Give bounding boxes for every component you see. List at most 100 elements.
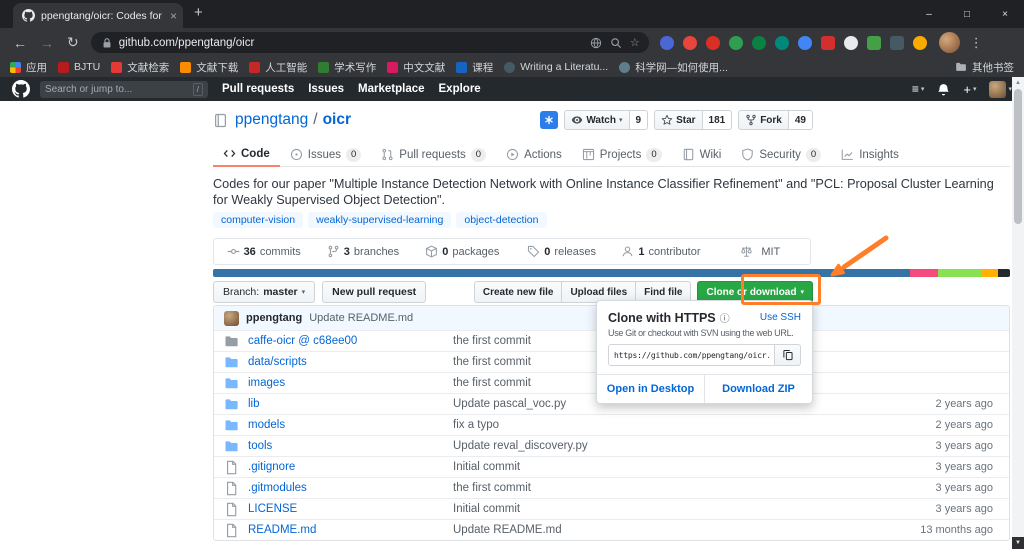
watch-count[interactable]: 9: [630, 110, 649, 130]
new-tab-button[interactable]: +: [194, 4, 203, 21]
topic-badge[interactable]: computer-vision: [213, 212, 303, 228]
other-bookmarks[interactable]: 其他书签: [955, 60, 1014, 75]
create-new-file-button[interactable]: Create new file: [474, 281, 563, 303]
commits-stat[interactable]: 36commits: [214, 239, 313, 264]
fork-button[interactable]: Fork: [738, 110, 789, 130]
extension-icon[interactable]: [706, 36, 720, 50]
extension-icon[interactable]: [752, 36, 766, 50]
bookmark-item[interactable]: 文献下载: [180, 60, 238, 75]
bookmark-item[interactable]: BJTU: [58, 61, 100, 73]
scroll-down-icon[interactable]: ▼: [1012, 537, 1024, 549]
sourcegraph-extension-button[interactable]: [540, 111, 558, 129]
tab-actions[interactable]: Actions: [496, 142, 572, 167]
clone-url-input[interactable]: [608, 344, 775, 366]
info-icon[interactable]: ⓘ: [720, 310, 730, 325]
star-count[interactable]: 181: [703, 110, 733, 130]
fork-count[interactable]: 49: [789, 110, 813, 130]
file-name-link[interactable]: data/scripts: [248, 356, 453, 368]
bookmark-item[interactable]: 中文文献: [387, 60, 445, 75]
browser-menu-icon[interactable]: ⋮: [970, 35, 983, 51]
star-button[interactable]: Star: [654, 110, 702, 130]
extension-icon[interactable]: [890, 36, 904, 50]
tab-close-icon[interactable]: ×: [170, 10, 177, 22]
topic-badge[interactable]: weakly-supervised-learning: [308, 212, 451, 228]
extension-icon[interactable]: [867, 36, 881, 50]
bookmark-item[interactable]: 人工智能: [249, 60, 307, 75]
github-search-input[interactable]: Search or jump to... /: [40, 81, 208, 98]
file-commit-message[interactable]: the first commit: [453, 482, 849, 494]
extension-icon[interactable]: [844, 36, 858, 50]
file-name-link[interactable]: models: [248, 419, 453, 431]
tab-security[interactable]: Security0: [731, 142, 831, 167]
tab-projects[interactable]: Projects0: [572, 142, 672, 167]
bookmark-item[interactable]: 文献检索: [111, 60, 169, 75]
tab-wiki[interactable]: Wiki: [672, 142, 732, 167]
copy-url-button[interactable]: [775, 344, 801, 366]
branch-selector[interactable]: Branch:master▾: [213, 281, 315, 303]
nav-pull-requests[interactable]: Pull requests: [222, 83, 294, 95]
topic-badge[interactable]: object-detection: [456, 212, 546, 228]
bookmark-item[interactable]: 科学网—如何使用...: [619, 60, 728, 75]
bookmark-item[interactable]: Writing a Literatu...: [504, 61, 608, 73]
page-scrollbar[interactable]: ▲ ▼: [1012, 77, 1024, 549]
window-close-button[interactable]: ×: [986, 0, 1024, 28]
file-name-link[interactable]: .gitmodules: [248, 482, 453, 494]
tab-insights[interactable]: Insights: [831, 142, 909, 167]
download-zip-button[interactable]: Download ZIP: [705, 375, 812, 403]
table-row[interactable]: .gitmodules the first commit 3 years ago: [214, 477, 1009, 498]
releases-stat[interactable]: 0releases: [512, 239, 611, 264]
table-row[interactable]: README.md Update README.md 13 months ago: [214, 519, 1009, 540]
file-commit-message[interactable]: Update reval_discovery.py: [453, 440, 849, 452]
file-name-link[interactable]: README.md: [248, 524, 453, 536]
commit-author-link[interactable]: ppengtang: [246, 312, 302, 324]
file-name-link[interactable]: .gitignore: [248, 461, 453, 473]
table-row[interactable]: models fix a typo 2 years ago: [214, 414, 1009, 435]
nav-explore[interactable]: Explore: [439, 83, 481, 95]
github-logo[interactable]: [12, 80, 30, 98]
use-ssh-link[interactable]: Use SSH: [760, 312, 801, 323]
user-avatar[interactable]: ▾: [989, 81, 1012, 98]
contributors-stat[interactable]: 1contributor: [611, 239, 710, 264]
watch-button[interactable]: Watch▾: [564, 110, 629, 130]
scrollbar-thumb[interactable]: [1014, 89, 1022, 224]
extension-icon[interactable]: [683, 36, 697, 50]
extension-icon[interactable]: [775, 36, 789, 50]
notifications-bell-icon[interactable]: [937, 83, 950, 96]
file-commit-message[interactable]: Initial commit: [453, 461, 849, 473]
extension-icon[interactable]: [798, 36, 812, 50]
file-commit-message[interactable]: fix a typo: [453, 419, 849, 431]
tab-issues[interactable]: Issues0: [280, 142, 372, 167]
bookmark-item[interactable]: 学术写作: [318, 60, 376, 75]
license-stat[interactable]: MIT: [711, 239, 810, 264]
feed-menu-icon[interactable]: ≡▾: [912, 82, 925, 96]
new-pull-request-button[interactable]: New pull request: [322, 281, 426, 303]
tab-code[interactable]: Code: [213, 142, 280, 167]
zoom-icon[interactable]: [610, 37, 622, 49]
create-new-icon[interactable]: +▾: [963, 82, 976, 97]
extension-icon[interactable]: [660, 36, 674, 50]
table-row[interactable]: .gitignore Initial commit 3 years ago: [214, 456, 1009, 477]
window-maximize-button[interactable]: □: [948, 0, 986, 28]
bookmark-item[interactable]: 应用: [10, 60, 47, 75]
extension-icon[interactable]: [821, 36, 835, 50]
nav-issues[interactable]: Issues: [308, 83, 344, 95]
tab-pull-requests[interactable]: Pull requests0: [371, 142, 496, 167]
file-commit-message[interactable]: Update README.md: [453, 524, 849, 536]
bookmark-item[interactable]: 课程: [456, 60, 493, 75]
commit-author-avatar[interactable]: [224, 311, 239, 326]
browser-tab[interactable]: ppengtang/oicr: Codes for our ×: [13, 3, 183, 28]
extension-icon[interactable]: [913, 36, 927, 50]
window-minimize-button[interactable]: –: [910, 0, 948, 28]
extension-icon[interactable]: [729, 36, 743, 50]
file-name-link[interactable]: tools: [248, 440, 453, 452]
scroll-up-icon[interactable]: ▲: [1012, 77, 1024, 89]
table-row[interactable]: LICENSE Initial commit 3 years ago: [214, 498, 1009, 519]
file-name-link[interactable]: LICENSE: [248, 503, 453, 515]
forward-button[interactable]: →: [40, 35, 54, 51]
file-name-link[interactable]: caffe-oicr @ c68ee00: [248, 335, 453, 347]
table-row[interactable]: tools Update reval_discovery.py 3 years …: [214, 435, 1009, 456]
packages-stat[interactable]: 0packages: [413, 239, 512, 264]
repo-name-link[interactable]: oicr: [323, 111, 351, 129]
translate-icon[interactable]: [590, 37, 602, 49]
back-button[interactable]: ←: [13, 35, 27, 51]
